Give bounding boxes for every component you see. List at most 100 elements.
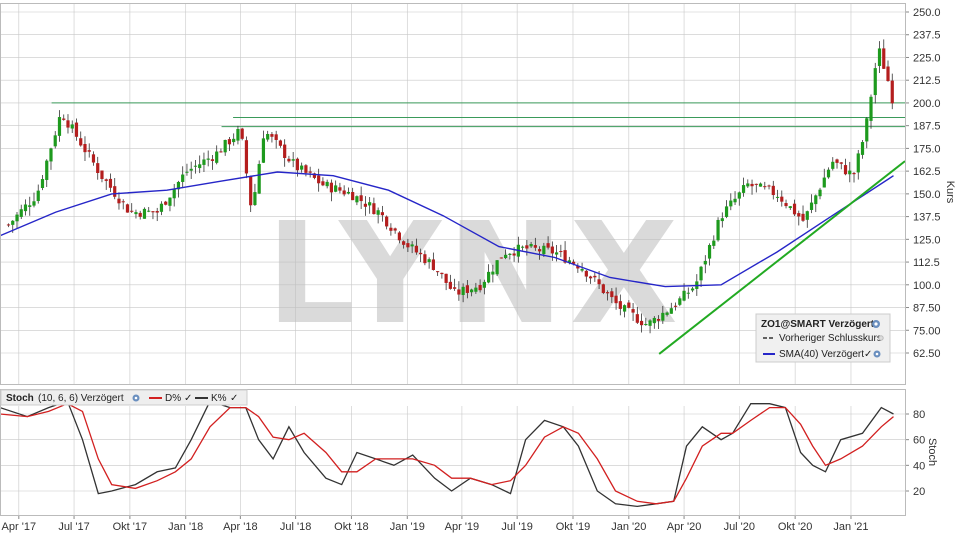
- candle-down: [839, 162, 843, 164]
- candle-down: [601, 284, 605, 293]
- candle-up: [23, 204, 28, 212]
- candle-up: [487, 271, 491, 283]
- price-tick-label: 137.5: [913, 212, 941, 224]
- price-tick-label: 87.50: [913, 303, 941, 315]
- stochastic-series: [0, 400, 894, 508]
- candle-down: [767, 185, 771, 187]
- candle-up: [253, 192, 257, 205]
- candle-down: [656, 318, 661, 321]
- candle-up: [28, 205, 32, 207]
- candle-down: [155, 210, 159, 213]
- candle-up: [261, 138, 266, 163]
- candle-up: [669, 308, 673, 314]
- candle-up: [491, 271, 495, 275]
- candle-down: [546, 243, 550, 248]
- candle-down: [431, 259, 435, 270]
- candle-down: [457, 289, 461, 295]
- candle-up: [202, 159, 206, 165]
- candle-down: [287, 158, 291, 162]
- stoch-tick-label: 80: [913, 409, 925, 421]
- candle-up: [504, 254, 508, 259]
- x-tick-label: Apr '20: [667, 521, 702, 533]
- candle-up: [682, 290, 686, 301]
- candle-down: [627, 302, 631, 308]
- candle-down: [890, 80, 894, 104]
- price-tick-label: 212.5: [913, 75, 941, 87]
- candle-up: [529, 244, 533, 247]
- stoch-settings-icon[interactable]: [132, 394, 140, 402]
- candle-up: [724, 206, 729, 217]
- settings-icon[interactable]: [872, 320, 880, 328]
- candle-up: [716, 219, 720, 241]
- x-tick-label: Jul '20: [724, 521, 755, 533]
- candle-up: [325, 181, 329, 187]
- k-check-icon[interactable]: ✓: [230, 393, 238, 404]
- candle-up: [236, 128, 240, 141]
- candle-down: [550, 246, 554, 254]
- watermark-text: LYNX: [266, 193, 684, 356]
- candlestick-series: [6, 39, 894, 334]
- stoch-tick-label: 40: [913, 460, 925, 472]
- candle-up: [746, 183, 750, 187]
- candle-down: [843, 165, 848, 175]
- candle-down: [499, 257, 503, 259]
- candle-down: [151, 211, 155, 213]
- candle-up: [877, 48, 882, 66]
- candle-down: [317, 175, 321, 184]
- stoch-label: Stoch: [6, 393, 34, 404]
- candle-down: [393, 228, 397, 231]
- candle-down: [359, 195, 363, 202]
- price-legend: ZO1@SMART Verzögert Vorheriger Schlussku…: [755, 313, 891, 363]
- candle-down: [886, 66, 890, 82]
- stoch-tick-label: 60: [913, 435, 925, 447]
- candle-down: [533, 245, 537, 248]
- sma-check-icon[interactable]: ✓: [864, 349, 872, 360]
- candle-up: [733, 198, 737, 203]
- x-tick-label: Okt '17: [113, 521, 148, 533]
- candle-down: [635, 314, 639, 323]
- candle-up: [805, 211, 809, 220]
- candle-up: [19, 209, 23, 217]
- candle-up: [206, 158, 210, 160]
- sma-settings-icon[interactable]: [873, 350, 881, 358]
- candle-down: [96, 163, 100, 174]
- d-label: D%: [165, 393, 181, 404]
- price-tick-label: 75.00: [913, 325, 941, 337]
- candle-down: [138, 212, 142, 217]
- candle-up: [427, 259, 431, 263]
- candle-up: [232, 138, 236, 143]
- price-tick-label: 150.0: [913, 189, 941, 201]
- candle-up: [49, 148, 53, 162]
- candle-down: [117, 198, 121, 204]
- d-check-icon[interactable]: ✓: [184, 393, 192, 404]
- candle-down: [614, 295, 618, 304]
- candle-down: [113, 186, 117, 197]
- candle-up: [482, 281, 486, 288]
- candle-up: [848, 170, 852, 175]
- candle-up: [648, 320, 652, 326]
- candle-down: [402, 241, 406, 245]
- watermark: LYNX: [266, 193, 684, 356]
- candle-up: [737, 192, 741, 199]
- candle-down: [385, 216, 389, 227]
- candle-up: [758, 183, 763, 187]
- candle-down: [453, 287, 457, 289]
- candle-down: [593, 275, 597, 278]
- candle-down: [397, 232, 401, 241]
- legend-title: ZO1@SMART Verzögert: [761, 319, 875, 330]
- candle-down: [338, 187, 342, 191]
- candle-down: [835, 159, 839, 163]
- candle-up: [775, 196, 780, 198]
- candle-down: [444, 273, 448, 283]
- candle-down: [108, 178, 113, 188]
- price-tick-label: 200.0: [913, 98, 941, 110]
- candle-up: [712, 240, 716, 246]
- x-tick-label: Apr '19: [445, 521, 480, 533]
- candle-down: [79, 138, 83, 146]
- x-tick-label: Apr '18: [223, 521, 258, 533]
- x-tick-label: Okt '18: [334, 521, 369, 533]
- candle-up: [869, 96, 873, 121]
- candle-down: [283, 144, 287, 158]
- candle-up: [181, 174, 185, 182]
- x-tick-label: Jan '18: [168, 521, 203, 533]
